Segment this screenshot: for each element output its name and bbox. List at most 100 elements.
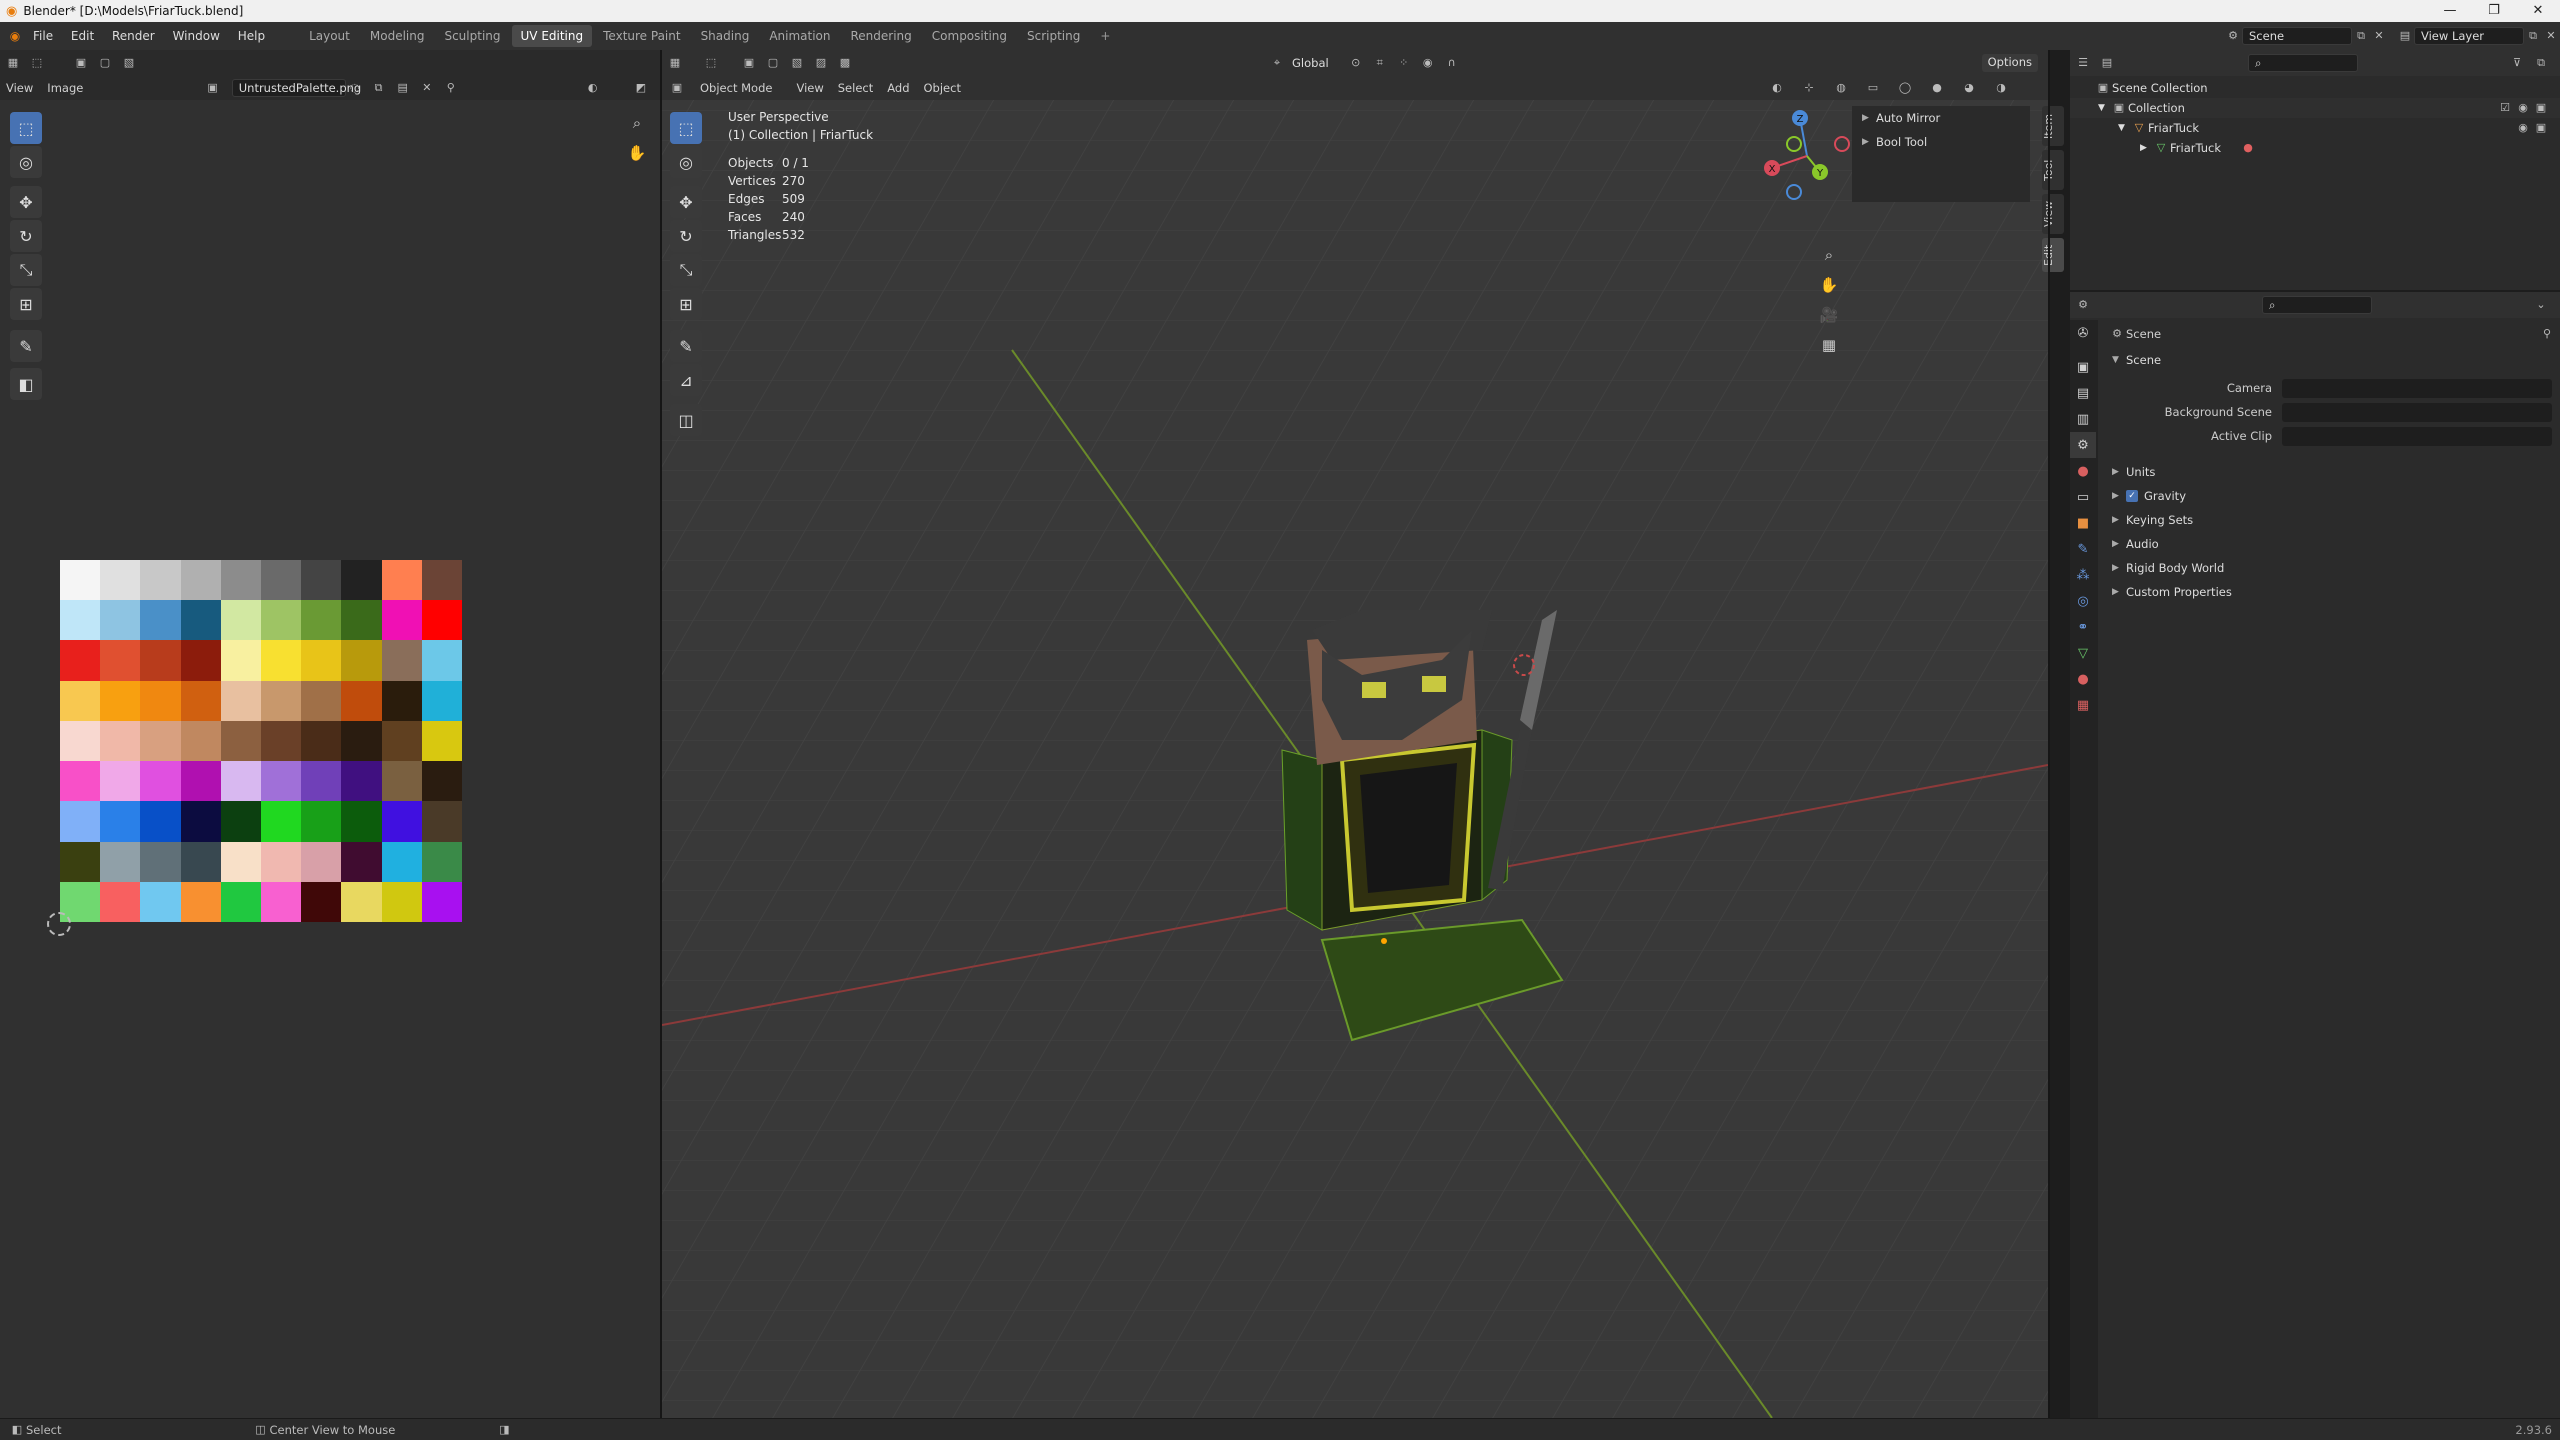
uv-tool-annotate[interactable]: ✎ bbox=[10, 330, 42, 362]
tool-scale[interactable]: ⤡ bbox=[670, 254, 702, 286]
uv-tool-rotate[interactable]: ↻ bbox=[10, 220, 42, 252]
select-new-icon[interactable]: ▣ bbox=[740, 54, 758, 72]
options-dropdown[interactable]: Options bbox=[1981, 54, 2038, 72]
viewport-menu-add[interactable]: Add bbox=[887, 81, 909, 95]
data-tab-icon[interactable]: ▽ bbox=[2070, 640, 2096, 666]
panel-units[interactable]: ▶ Units bbox=[2102, 460, 2560, 484]
panel-custom-properties[interactable]: ▶ Custom Properties bbox=[2102, 580, 2560, 604]
camera-field[interactable] bbox=[2282, 378, 2552, 398]
uv-tool-grab[interactable]: ◧ bbox=[10, 368, 42, 400]
image-browse-icon[interactable]: ▣ bbox=[207, 79, 217, 97]
snap-target-icon[interactable]: ⁘ bbox=[1395, 54, 1413, 72]
uv-tool-move[interactable]: ✥ bbox=[10, 186, 42, 218]
expand-icon[interactable]: ▶ bbox=[2140, 143, 2152, 153]
orientation-icon[interactable]: ⌖ bbox=[1268, 54, 1286, 72]
image-open-icon[interactable]: ▤ bbox=[398, 79, 408, 97]
solid-shading-icon[interactable]: ● bbox=[1928, 79, 1946, 97]
ortho-toggle-icon[interactable]: ▦ bbox=[1816, 332, 1842, 358]
maximize-button[interactable]: ❐ bbox=[2472, 0, 2516, 22]
image-unlink-icon[interactable]: ✕ bbox=[422, 79, 432, 97]
rendered-shading-icon[interactable]: ◑ bbox=[1992, 79, 2010, 97]
xray-icon[interactable]: ▭ bbox=[1864, 79, 1882, 97]
properties-search-input[interactable]: ⌕ bbox=[2262, 296, 2372, 314]
outliner-row-collection[interactable]: ▼ ▣ Collection ☑ ◉ ▣ bbox=[2070, 98, 2560, 118]
world-tab-icon[interactable]: ● bbox=[2070, 458, 2096, 484]
uv-menu-view[interactable]: View bbox=[6, 81, 33, 95]
mode-dropdown[interactable]: Object Mode bbox=[700, 81, 772, 95]
proportional-edit-icon[interactable]: ◉ bbox=[1419, 54, 1437, 72]
scene-field[interactable]: Scene bbox=[2242, 27, 2352, 45]
navigation-gizmo[interactable]: Z X Y bbox=[1752, 106, 1862, 246]
material-tab-icon[interactable]: ● bbox=[2070, 666, 2096, 692]
display-mode-icon[interactable]: ▤ bbox=[2098, 54, 2116, 72]
uv-display-icon[interactable]: ◩ bbox=[636, 79, 646, 97]
output-tab-icon[interactable]: ▤ bbox=[2070, 380, 2096, 406]
viewport-menu-select[interactable]: Select bbox=[838, 81, 873, 95]
tab-layout[interactable]: Layout bbox=[300, 25, 359, 47]
tool-move[interactable]: ✥ bbox=[670, 186, 702, 218]
pivot-icon[interactable]: ⊙ bbox=[1347, 54, 1365, 72]
tab-compositing[interactable]: Compositing bbox=[923, 25, 1016, 47]
menu-window[interactable]: Window bbox=[166, 29, 227, 43]
render-tab-icon[interactable]: ▣ bbox=[2070, 354, 2096, 380]
image-fake-user-icon[interactable]: ◌ bbox=[350, 79, 360, 97]
close-button[interactable]: ✕ bbox=[2516, 0, 2560, 22]
visibility-icon[interactable]: ◐ bbox=[1768, 79, 1786, 97]
object-mode-icon[interactable]: ▣ bbox=[668, 79, 686, 97]
new-scene-icon[interactable]: ⧉ bbox=[2352, 27, 2370, 45]
properties-options-icon[interactable]: ⌄ bbox=[2532, 296, 2550, 314]
camera-view-icon[interactable]: 🎥 bbox=[1816, 302, 1842, 328]
active-clip-field[interactable] bbox=[2282, 426, 2552, 446]
n-panel-bool-tool[interactable]: ▶ Bool Tool bbox=[1852, 130, 2030, 154]
select-extend-icon[interactable]: ▢ bbox=[764, 54, 782, 72]
viewport-select-mode-icon[interactable]: ⬚ bbox=[702, 54, 720, 72]
sidetab-item[interactable]: Item bbox=[2042, 106, 2064, 146]
eye-icon[interactable]: ◉ bbox=[2514, 119, 2532, 137]
image-new-icon[interactable]: ⧉ bbox=[374, 79, 384, 97]
image-name-field[interactable]: UntrustedPalette.png bbox=[231, 79, 361, 97]
uv-select-edge-icon[interactable]: ▢ bbox=[96, 54, 114, 72]
tool-cursor[interactable]: ◎ bbox=[670, 146, 702, 178]
tab-scripting[interactable]: Scripting bbox=[1018, 25, 1089, 47]
select-intersect-icon[interactable]: ▩ bbox=[836, 54, 854, 72]
3d-viewport[interactable]: ▦ ⬚ ▣ ▢ ▧ ▨ ▩ ⌖ Global ⊙ ⌗ ⁘ ◉ ∩ Options… bbox=[662, 50, 2048, 1418]
panel-rigid-body-world[interactable]: ▶ Rigid Body World bbox=[2102, 556, 2560, 580]
tool-tab-icon[interactable]: ✇ bbox=[2070, 320, 2096, 346]
menu-file[interactable]: File bbox=[26, 29, 60, 43]
tab-uv-editing[interactable]: UV Editing bbox=[511, 25, 593, 47]
physics-tab-icon[interactable]: ◎ bbox=[2070, 588, 2096, 614]
area-divider[interactable] bbox=[2048, 50, 2050, 1418]
viewport-editor-type-icon[interactable]: ▦ bbox=[666, 54, 684, 72]
outliner-row-friartuck-object[interactable]: ▼ ▽ FriarTuck ◉ ▣ bbox=[2070, 118, 2560, 138]
uv-menu-image[interactable]: Image bbox=[47, 81, 83, 95]
tool-add-cube[interactable]: ◫ bbox=[670, 404, 702, 436]
tool-measure[interactable]: ⊿ bbox=[670, 364, 702, 396]
tab-modeling[interactable]: Modeling bbox=[361, 25, 434, 47]
snap-icon[interactable]: ⌗ bbox=[1371, 54, 1389, 72]
modifier-tab-icon[interactable]: ✎ bbox=[2070, 536, 2096, 562]
tab-texture-paint[interactable]: Texture Paint bbox=[594, 25, 689, 47]
object-tab-icon[interactable]: ■ bbox=[2070, 510, 2096, 536]
overlays-icon[interactable]: ◍ bbox=[1832, 79, 1850, 97]
tab-sculpting[interactable]: Sculpting bbox=[435, 25, 509, 47]
view-layer-tab-icon[interactable]: ▥ bbox=[2070, 406, 2096, 432]
new-collection-icon[interactable]: ⧉ bbox=[2532, 54, 2550, 72]
tab-animation[interactable]: Animation bbox=[760, 25, 839, 47]
panel-scene[interactable]: ▼ Scene bbox=[2102, 348, 2560, 372]
pin-icon[interactable]: ⚲ bbox=[446, 79, 456, 97]
panel-gravity[interactable]: ▶ ✓ Gravity bbox=[2102, 484, 2560, 508]
outliner-row-friartuck-mesh[interactable]: ▶ ▽ FriarTuck ● bbox=[2070, 138, 2560, 158]
outliner-editor-type-icon[interactable]: ☰ bbox=[2074, 54, 2092, 72]
uv-tool-select-box[interactable]: ⬚ bbox=[10, 112, 42, 144]
tool-annotate[interactable]: ✎ bbox=[670, 330, 702, 362]
particles-tab-icon[interactable]: ⁂ bbox=[2070, 562, 2096, 588]
collection-tab-icon[interactable]: ▭ bbox=[2070, 484, 2096, 510]
select-subtract-icon[interactable]: ▧ bbox=[788, 54, 806, 72]
view-layer-field[interactable]: View Layer bbox=[2414, 27, 2524, 45]
minimize-button[interactable]: — bbox=[2428, 0, 2472, 22]
camera-icon[interactable]: ▣ bbox=[2532, 119, 2550, 137]
checkbox-icon[interactable]: ☑ bbox=[2496, 99, 2514, 117]
collapse-icon[interactable]: ▼ bbox=[2098, 103, 2110, 113]
menu-render[interactable]: Render bbox=[105, 29, 162, 43]
viewport-menu-view[interactable]: View bbox=[796, 81, 823, 95]
